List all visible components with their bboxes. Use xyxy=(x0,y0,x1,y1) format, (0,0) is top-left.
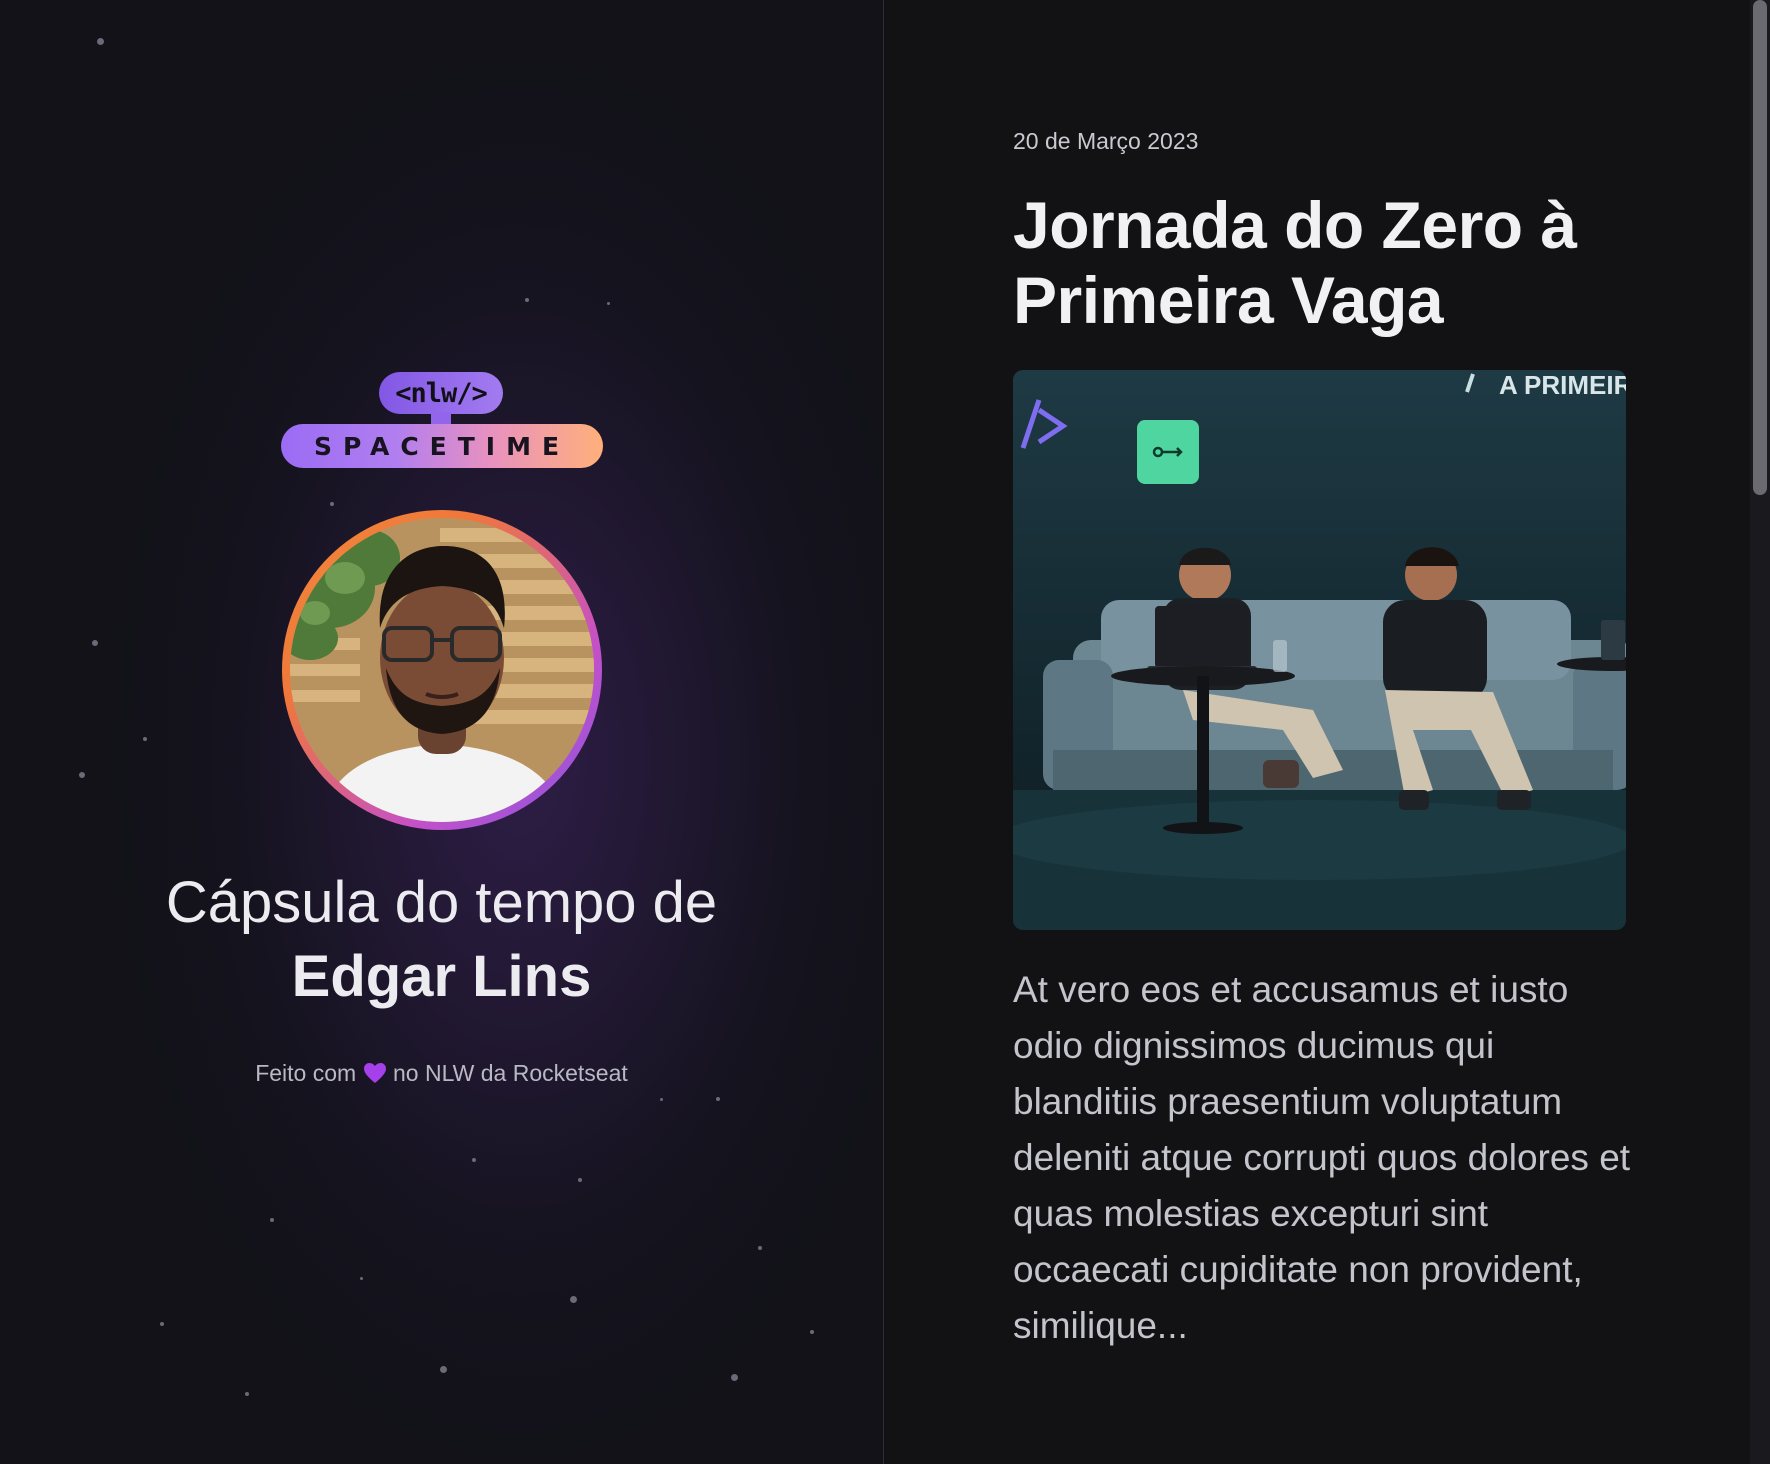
star-decoration xyxy=(97,38,104,45)
star-decoration xyxy=(578,1178,582,1182)
star-decoration xyxy=(270,1218,274,1222)
credit-prefix: Feito com xyxy=(255,1060,357,1086)
star-decoration xyxy=(716,1097,720,1101)
star-decoration xyxy=(79,772,85,778)
star-decoration xyxy=(472,1158,476,1162)
memory-date: 20 de Março 2023 xyxy=(1013,128,1199,154)
star-decoration xyxy=(360,1277,363,1280)
credit-suffix: no NLW da Rocketseat xyxy=(392,1060,628,1086)
nlw-spacetime-logo: <nlw/> SPACETIME xyxy=(281,372,603,472)
footer-credit: Feito com no NLW da Rocketseat xyxy=(0,1060,883,1087)
capsule-owner-name: Edgar Lins xyxy=(291,944,592,1009)
star-decoration xyxy=(607,302,610,305)
logo-badge: <nlw/> xyxy=(379,372,503,414)
memory-title: Jornada do Zero à Primeira Vaga xyxy=(1013,188,1577,337)
capsule-title: Cápsula do tempo de Edgar Lins xyxy=(0,866,883,1014)
capsule-profile-panel: <nlw/> SPACETIME Cápsula do tempo de Edg… xyxy=(0,0,884,1464)
star-decoration xyxy=(758,1246,762,1250)
avatar-gradient-ring xyxy=(282,510,602,830)
star-decoration xyxy=(160,1322,164,1326)
star-decoration xyxy=(731,1374,738,1381)
star-decoration xyxy=(143,737,147,741)
capsule-subtitle: Cápsula do tempo de xyxy=(165,870,718,935)
purple-heart-icon xyxy=(363,1063,386,1083)
avatar xyxy=(290,518,594,822)
star-decoration xyxy=(570,1296,577,1303)
avatar-photo xyxy=(290,518,594,822)
memory-detail-panel: 20 de Março 2023 Jornada do Zero à Prime… xyxy=(884,0,1770,1464)
star-decoration xyxy=(330,502,334,506)
scrollbar[interactable] xyxy=(1750,0,1770,1464)
logo-wordmark: SPACETIME xyxy=(281,424,603,468)
memory-excerpt: At vero eos et accusamus et iusto odio d… xyxy=(1013,969,1631,1346)
star-decoration xyxy=(440,1366,447,1373)
star-decoration xyxy=(810,1330,814,1334)
photo-banner-text: A PRIMEIR xyxy=(1499,370,1626,400)
scrollbar-thumb[interactable] xyxy=(1753,0,1767,495)
memory-photo: A PRIMEIR xyxy=(1013,370,1626,930)
star-decoration xyxy=(245,1392,249,1396)
memory-cover-image: A PRIMEIR xyxy=(1013,370,1626,930)
star-decoration xyxy=(92,640,98,646)
star-decoration xyxy=(660,1098,663,1101)
star-decoration xyxy=(525,298,529,302)
